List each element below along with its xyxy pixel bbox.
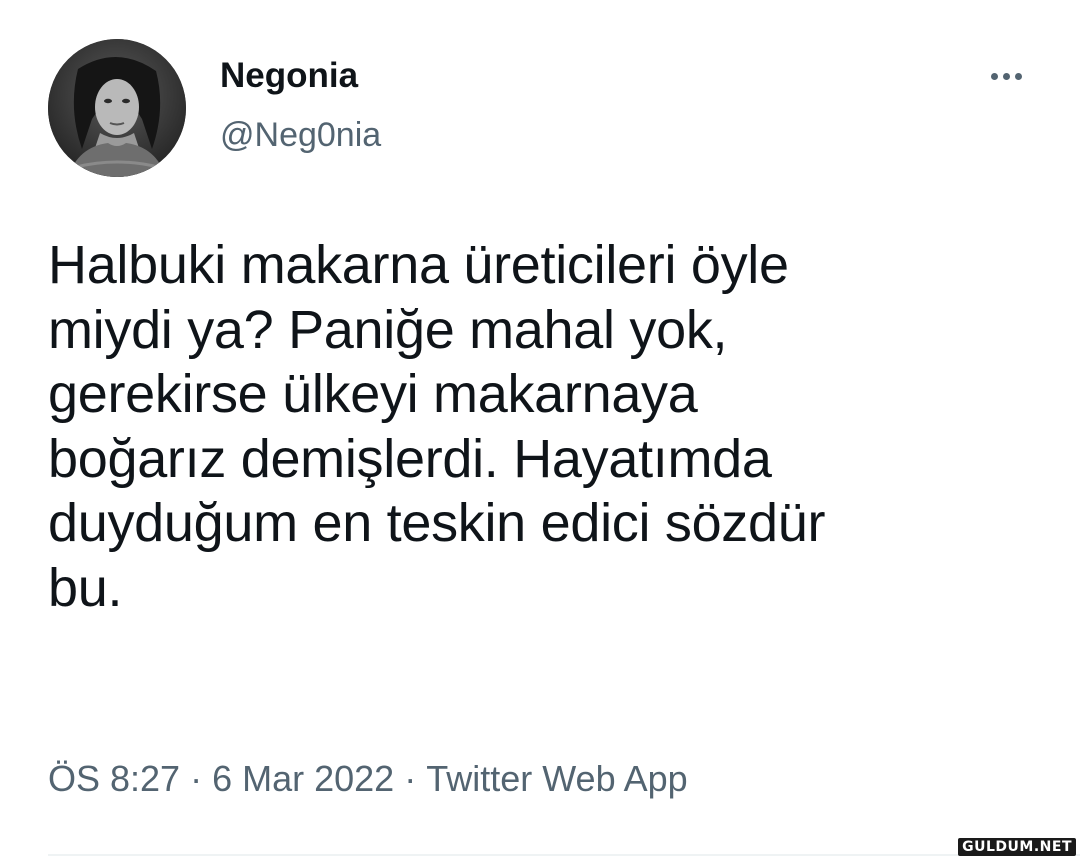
author-handle[interactable]: @Neg0nia xyxy=(220,115,381,155)
tweet-time[interactable]: ÖS 8:27 xyxy=(48,758,180,799)
more-horizontal-icon-dot xyxy=(1014,72,1022,80)
tweet-meta: ÖS 8:27 · 6 Mar 2022 · Twitter Web App xyxy=(48,757,688,801)
author-display-name[interactable]: Negonia xyxy=(220,56,358,96)
watermark-logo: GULDUM.NET xyxy=(958,838,1076,856)
author-avatar[interactable] xyxy=(48,39,186,177)
more-options-button[interactable] xyxy=(978,56,1034,96)
tweet-card: Negonia @Neg0nia Halbuki makarna üretici… xyxy=(0,0,1080,859)
meta-separator: · xyxy=(190,758,203,799)
tweet-text: Halbuki makarna üreticileri öyle miydi y… xyxy=(48,235,826,618)
tweet-source[interactable]: Twitter Web App xyxy=(426,758,687,799)
profile-photo-icon xyxy=(48,39,186,177)
tweet-date[interactable]: 6 Mar 2022 xyxy=(212,758,394,799)
meta-separator: · xyxy=(404,758,417,799)
more-horizontal-icon-dot xyxy=(1002,72,1010,80)
more-horizontal-icon xyxy=(990,72,998,80)
divider xyxy=(48,854,1080,856)
